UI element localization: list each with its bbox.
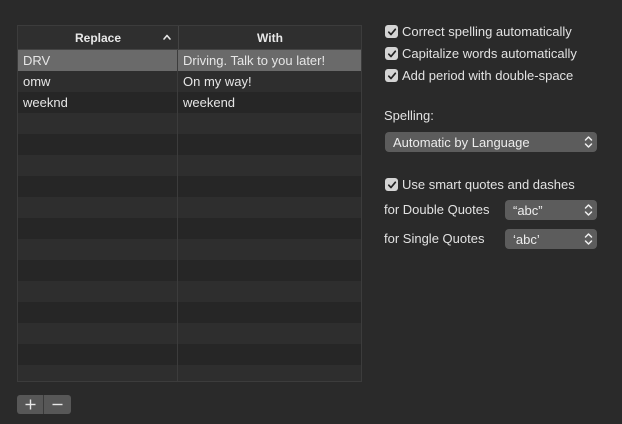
add-period-label: Add period with double-space	[402, 68, 574, 83]
plus-icon	[25, 399, 35, 410]
add-period-option[interactable]: Add period with double-space	[385, 68, 573, 83]
empty-row	[18, 176, 361, 197]
remove-button[interactable]	[44, 395, 71, 414]
spelling-language-value: Automatic by Language	[393, 134, 530, 150]
cell-with: weekend	[183, 95, 236, 110]
chevron-up-icon	[163, 34, 171, 40]
cell-replace: DRV	[18, 50, 178, 71]
cell-replace: omw	[18, 71, 178, 92]
empty-row	[18, 323, 361, 344]
correct-spelling-checkbox[interactable]	[385, 25, 398, 38]
table-row[interactable]: weeknd weekend	[18, 92, 361, 113]
double-quotes-value: “abc”	[513, 202, 543, 218]
double-quotes-label: for Double Quotes	[384, 202, 490, 217]
add-button[interactable]	[17, 395, 44, 414]
cell-with: Driving. Talk to you later!	[183, 53, 326, 68]
single-quotes-value: ‘abc’	[513, 231, 540, 247]
table-row[interactable]: omw On my way!	[18, 71, 361, 92]
spelling-label: Spelling:	[384, 108, 434, 123]
minus-icon	[52, 403, 63, 406]
checkmark-icon	[387, 71, 396, 79]
capitalize-words-option[interactable]: Capitalize words automatically	[385, 46, 577, 61]
single-quotes-select[interactable]: ‘abc’	[505, 229, 597, 249]
checkmark-icon	[387, 180, 396, 188]
checkmark-icon	[387, 27, 396, 35]
smart-quotes-label: Use smart quotes and dashes	[402, 177, 575, 192]
empty-row	[18, 260, 361, 281]
single-quotes-label: for Single Quotes	[384, 231, 485, 246]
correct-spelling-option[interactable]: Correct spelling automatically	[385, 24, 572, 39]
empty-row	[18, 218, 361, 239]
empty-row	[18, 302, 361, 323]
table-row[interactable]: DRV Driving. Talk to you later!	[18, 50, 361, 71]
cell-with: On my way!	[183, 74, 252, 89]
empty-row	[18, 239, 361, 260]
spelling-language-select[interactable]: Automatic by Language	[385, 132, 597, 152]
empty-row	[18, 155, 361, 176]
add-period-checkbox[interactable]	[385, 69, 398, 82]
updown-chevron-icon	[581, 202, 595, 218]
updown-chevron-icon	[581, 231, 595, 247]
updown-chevron-icon	[581, 134, 595, 150]
text-replacement-table[interactable]: Replace With DRV Driving. Talk to you la…	[17, 25, 362, 382]
column-header-replace-label: Replace	[74, 30, 122, 45]
double-quotes-select[interactable]: “abc”	[505, 200, 597, 220]
column-header-replace[interactable]: Replace	[18, 26, 179, 49]
empty-row	[18, 197, 361, 218]
column-header-with[interactable]: With	[179, 26, 361, 49]
empty-row	[18, 134, 361, 155]
empty-row	[18, 344, 361, 365]
smart-quotes-checkbox[interactable]	[385, 178, 398, 191]
table-header: Replace With	[18, 26, 361, 50]
smart-quotes-option[interactable]: Use smart quotes and dashes	[385, 177, 575, 192]
capitalize-words-label: Capitalize words automatically	[402, 46, 577, 61]
cell-replace: weeknd	[18, 92, 178, 113]
checkmark-icon	[387, 49, 396, 57]
correct-spelling-label: Correct spelling automatically	[402, 24, 572, 39]
empty-row	[18, 113, 361, 134]
table-body: DRV Driving. Talk to you later! omw On m…	[18, 50, 361, 381]
add-remove-buttons	[17, 395, 71, 414]
capitalize-words-checkbox[interactable]	[385, 47, 398, 60]
empty-row	[18, 281, 361, 302]
column-header-with-label: With	[257, 30, 283, 45]
empty-row	[18, 365, 361, 381]
